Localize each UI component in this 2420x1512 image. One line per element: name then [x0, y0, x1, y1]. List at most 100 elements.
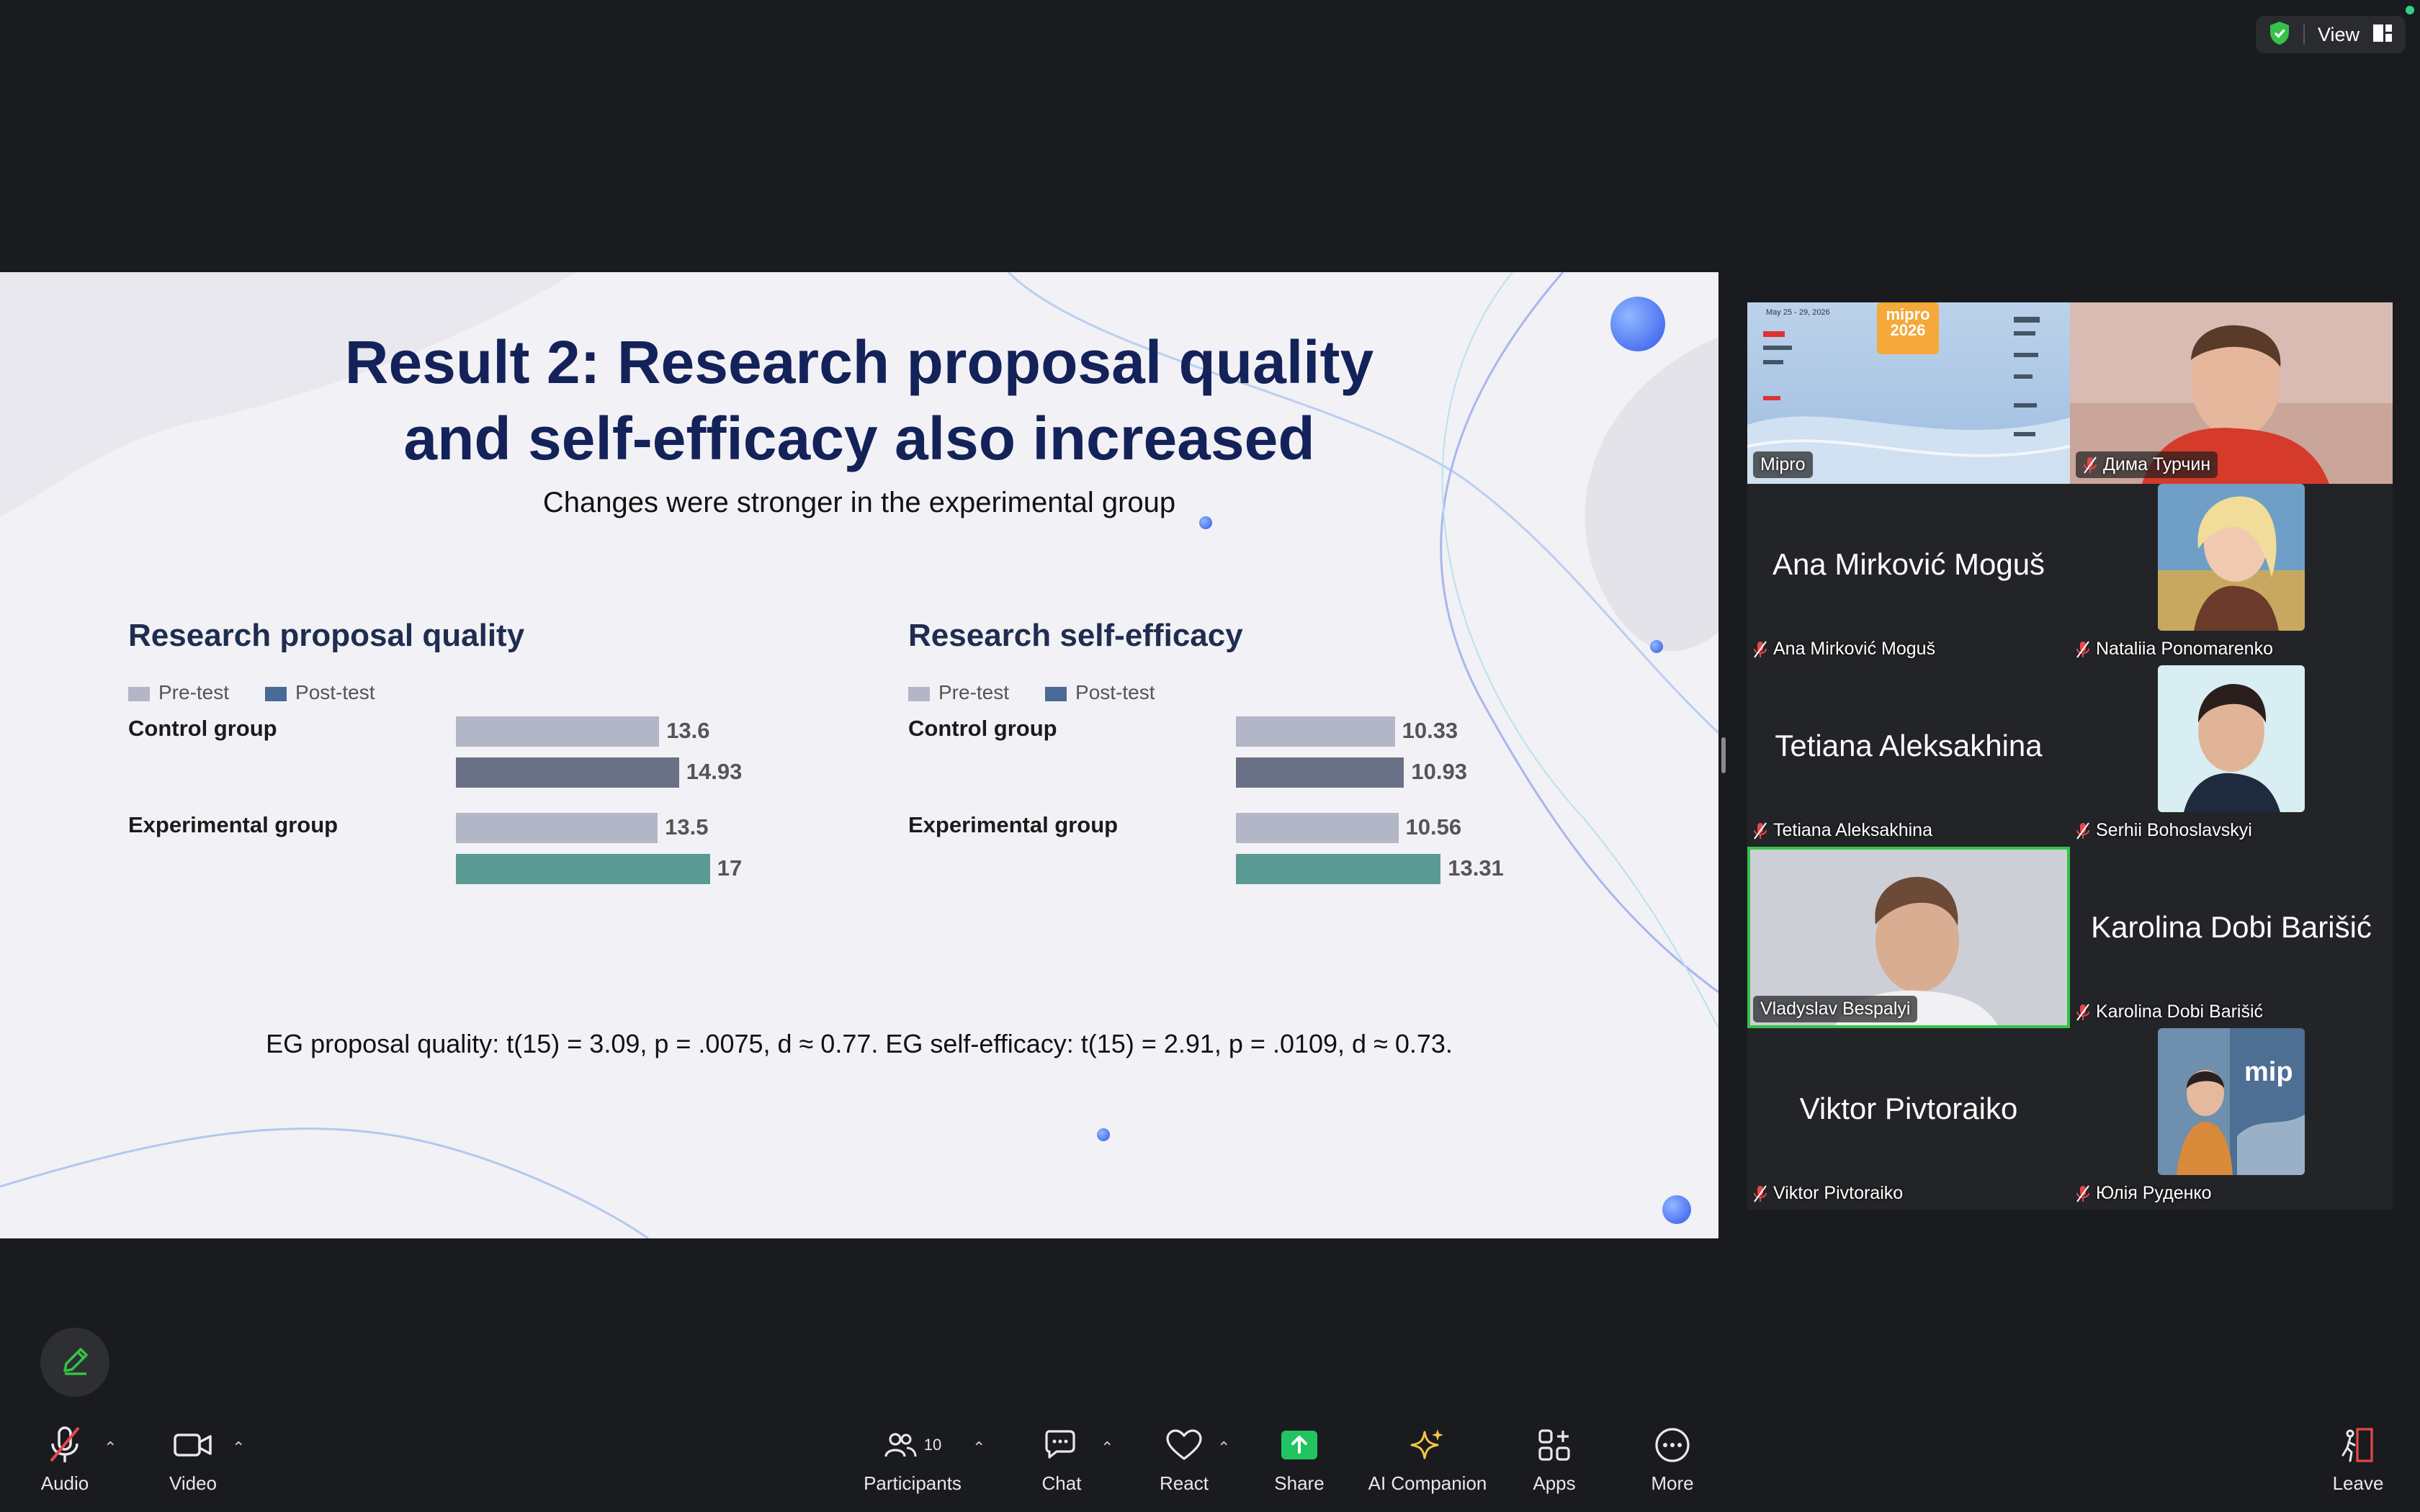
leave-button[interactable]: Leave	[2322, 1404, 2394, 1512]
participant-name: Vladyslav Bespalyi	[1760, 999, 1911, 1019]
participant-name: Viktor Pivtoraiko	[1773, 1183, 1904, 1203]
participant-name: Ana Mirković Moguš	[1773, 639, 1936, 659]
legend-item-pre: Pre-test	[908, 681, 1009, 704]
ai-companion-label: AI Companion	[1368, 1472, 1487, 1494]
participants-label: Participants	[864, 1472, 962, 1494]
participant-name: Nataliia Ponomarenko	[2096, 639, 2273, 659]
video-tile-karolina-dobi-barisic[interactable]: Karolina Dobi Barišić Karolina Dobi Bari…	[2070, 847, 2393, 1028]
audio-button[interactable]: Audio	[29, 1404, 101, 1512]
legend-swatch-pre	[908, 686, 930, 701]
participants-count: 10	[923, 1435, 942, 1454]
react-button[interactable]: React	[1148, 1404, 1220, 1512]
participant-name: Дима Турчин	[2103, 454, 2211, 474]
chat-options-caret[interactable]: ⌃	[1101, 1439, 1113, 1457]
ai-companion-button[interactable]: AI Companion	[1366, 1404, 1489, 1512]
share-label: Share	[1274, 1472, 1325, 1494]
participant-name: Karolina Dobi Barišić	[2096, 1002, 2264, 1022]
bar-post-control	[456, 757, 679, 788]
participant-name-tag: Юлія Руденко	[2076, 1183, 2212, 1204]
react-label: React	[1160, 1472, 1209, 1494]
security-shield-icon[interactable]	[2269, 21, 2290, 49]
participant-name-tag: Tetiana Aleksakhina	[1753, 820, 1932, 841]
chart-title: Research proposal quality	[128, 618, 525, 653]
video-label: Video	[169, 1472, 218, 1494]
annotate-button[interactable]	[40, 1328, 109, 1397]
status-dot	[2406, 6, 2414, 14]
react-options-caret[interactable]: ⌃	[1217, 1439, 1230, 1457]
apps-button[interactable]: Apps	[1518, 1404, 1590, 1512]
bar-value-label: 13.5	[665, 814, 709, 840]
muted-mic-icon	[2076, 640, 2090, 659]
bar-post-control	[1236, 757, 1404, 788]
muted-mic-icon	[2083, 456, 2097, 474]
video-tile-tetiana-aleksakhina[interactable]: Tetiana Aleksakhina Tetiana Aleksakhina	[1747, 665, 2070, 847]
participant-name: Tetiana Aleksakhina	[1773, 820, 1932, 840]
participant-name-tag: Nataliia Ponomarenko	[2076, 639, 2273, 660]
video-tile-ana-mirkovic-mogus[interactable]: Ana Mirković Moguš Ana Mirković Moguš	[1747, 484, 2070, 665]
chart-title: Research self-efficacy	[908, 618, 1243, 653]
mipro-date: May 25 - 29, 2026	[1766, 308, 1830, 317]
chat-button[interactable]: Chat	[1026, 1404, 1098, 1512]
participant-name: Юлія Руденко	[2096, 1183, 2212, 1203]
legend-label-post: Post-test	[1075, 681, 1155, 703]
grid-view-icon[interactable]	[2372, 23, 2393, 47]
view-label[interactable]: View	[2318, 24, 2360, 46]
chart-self-efficacy-header: Research self-efficacy Pre-test Post-tes…	[908, 618, 1243, 704]
legend-swatch-pre	[128, 686, 150, 701]
video-tile-mipro[interactable]: May 25 - 29, 2026 mipro 2026 Mipro	[1747, 302, 2070, 484]
video-tile-dima-turchyn[interactable]: Дима Турчин	[2070, 302, 2393, 484]
legend-item-pre: Pre-test	[128, 681, 229, 704]
participants-button[interactable]: 10 Participants	[857, 1404, 968, 1512]
audio-options-caret[interactable]: ⌃	[104, 1439, 117, 1457]
participants-icon: 10	[884, 1422, 941, 1468]
legend-item-post: Post-test	[265, 681, 375, 704]
participants-options-caret[interactable]: ⌃	[972, 1439, 985, 1457]
bar-value-label: 10.93	[1411, 759, 1467, 784]
video-tile-serhii-bohoslavskyi[interactable]: Serhii Bohoslavskyi	[2070, 665, 2393, 847]
video-gallery: May 25 - 29, 2026 mipro 2026 Mipro Дима …	[1747, 302, 2393, 1210]
chart-legend: Pre-test Post-test	[908, 681, 1243, 704]
video-tile-viktor-pivtoraiko[interactable]: Viktor Pivtoraiko Viktor Pivtoraiko	[1747, 1028, 2070, 1210]
view-control[interactable]: View	[2255, 16, 2406, 53]
legend-label-pre: Pre-test	[938, 681, 1010, 703]
bar-post-experimental	[1236, 854, 1441, 884]
participant-display-name: Viktor Pivtoraiko	[1799, 1092, 2018, 1125]
slide-subtitle: Changes were stronger in the experimenta…	[542, 487, 1176, 518]
apps-icon	[1537, 1422, 1572, 1468]
bar-value-label: 13.31	[1448, 855, 1504, 881]
bar-value-label: 17	[717, 855, 743, 881]
more-button[interactable]: More	[1636, 1404, 1708, 1512]
participant-display-name: Karolina Dobi Barišić	[2091, 910, 2372, 944]
video-tile-yuliia-rudenko[interactable]: mip Юлія Руденко	[2070, 1028, 2393, 1210]
statistics-text: EG proposal quality: t(15) = 3.09, p = .…	[266, 1029, 1453, 1058]
chart-proposal-quality-header: Research proposal quality Pre-test Post-…	[128, 618, 524, 704]
participant-name-tag: Vladyslav Bespalyi	[1753, 996, 1918, 1022]
legend-label-post: Post-test	[295, 681, 375, 703]
video-options-caret[interactable]: ⌃	[232, 1439, 245, 1457]
gallery-resize-handle[interactable]	[1721, 737, 1726, 773]
participant-name: Mipro	[1760, 454, 1806, 474]
category-label: Experimental group	[128, 812, 339, 837]
participant-name-tag: Дима Турчин	[2076, 451, 2218, 478]
category-label: Control group	[128, 716, 277, 741]
muted-mic-icon	[1753, 822, 1767, 840]
participant-avatar	[2158, 665, 2305, 812]
share-button[interactable]: Share	[1263, 1404, 1335, 1512]
participant-name-tag: Mipro	[1753, 451, 1813, 478]
share-screen-icon	[1281, 1422, 1318, 1468]
legend-swatch-post	[1045, 686, 1067, 701]
participant-avatar: mip	[2158, 1028, 2305, 1175]
muted-mic-icon	[1753, 640, 1767, 659]
bar-pre-experimental	[456, 813, 658, 843]
video-tile-vladyslav-bespalyi[interactable]: Vladyslav Bespalyi	[1747, 847, 2070, 1028]
chat-label: Chat	[1041, 1472, 1082, 1494]
video-tile-nataliia-ponomarenko[interactable]: Nataliia Ponomarenko	[2070, 484, 2393, 665]
bar-value-label: 13.6	[666, 718, 710, 743]
background-logo-text: mip	[2244, 1057, 2293, 1087]
sparkle-icon	[1409, 1422, 1446, 1468]
chat-bubble-icon	[1044, 1422, 1080, 1468]
slide-title-line-1: Result 2: Research proposal quality	[344, 328, 1374, 396]
video-button[interactable]: Video	[157, 1404, 229, 1512]
participant-name: Serhii Bohoslavskyi	[2096, 820, 2252, 840]
divider	[2303, 24, 2305, 45]
